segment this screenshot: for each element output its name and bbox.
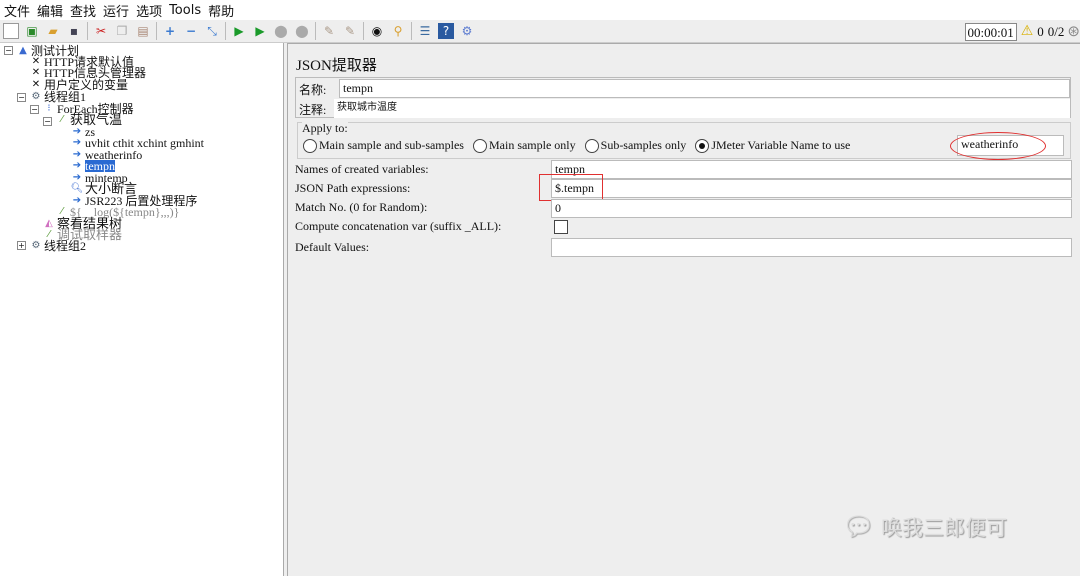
tree-node[interactable]: ⚙ 线程组2: [30, 240, 87, 252]
expand-toggle[interactable]: +: [17, 241, 26, 250]
watermark: 💬︎ 唤我三郎便可: [842, 512, 1008, 542]
name-comment-box: 名称: tempn 注释: 获取城市温度: [295, 77, 1071, 118]
menu-edit[interactable]: 编辑: [37, 1, 63, 20]
collapse-toggle[interactable]: −: [43, 117, 52, 126]
assertion-icon: 🔍︎: [70, 183, 84, 194]
menu-options[interactable]: 选项: [136, 1, 162, 20]
highlight-rect: [539, 174, 603, 201]
paste-icon[interactable]: ▤: [135, 23, 151, 39]
default-input[interactable]: [551, 238, 1072, 257]
templates-icon[interactable]: ▣: [24, 23, 40, 39]
clear-icon[interactable]: ✎: [321, 23, 337, 39]
toolbar: ▣ ▰ ▪ ✂ ❐ ▤ + − ⤡ ▶ ▶ ⬤ ⬤ ✎ ✎ ◉ ⚲ ☰ ? ⚙: [0, 20, 1080, 43]
collapse-toggle[interactable]: −: [30, 105, 39, 114]
test-plan-icon: ▲: [19, 45, 27, 56]
radio-main-only[interactable]: Main sample only: [472, 138, 576, 154]
status-area: 00:00:01 ⚠ 0 0/2 ⊛: [964, 22, 1080, 41]
json-path-label: JSON Path expressions:: [295, 181, 411, 195]
match-label: Match No. (0 for Random):: [295, 200, 428, 214]
wechat-icon: 💬︎: [842, 512, 876, 542]
collapse-icon[interactable]: −: [183, 23, 199, 39]
function-helper-icon[interactable]: ☰: [417, 23, 433, 39]
post-processor-icon: ➔: [72, 160, 82, 171]
search-binoculars-icon[interactable]: ◉: [369, 23, 385, 39]
apply-to-group: Apply to: Main sample and sub-samples Ma…: [297, 121, 1071, 160]
cut-icon[interactable]: ✂: [93, 23, 109, 39]
open-icon[interactable]: ▰: [45, 23, 61, 39]
controller-icon: ⁝: [47, 103, 51, 114]
names-label: Names of created variables:: [295, 162, 429, 176]
name-label: 名称:: [299, 83, 327, 97]
thread-count: 0/2: [1047, 23, 1065, 39]
copy-icon[interactable]: ❐: [114, 23, 130, 39]
clear-all-icon[interactable]: ✎: [342, 23, 358, 39]
panel-title: JSON提取器: [296, 58, 377, 74]
warning-count: 0: [1037, 23, 1044, 39]
test-plan-tree: − − − − + ▲ 测试计划 ✕ HTTP请求默认值 ✕ HTTP信息头管理器 ✕…: [0, 43, 284, 576]
names-input[interactable]: tempn: [551, 160, 1072, 179]
thread-group-icon: ⚙: [31, 240, 41, 251]
sampler-icon: ⁄: [61, 114, 63, 125]
name-input[interactable]: tempn: [339, 79, 1070, 98]
match-input[interactable]: 0: [551, 199, 1072, 218]
highlight-ellipse: [950, 132, 1046, 160]
concat-label: Compute concatenation var (suffix _ALL):: [295, 219, 502, 233]
comment-label: 注释:: [299, 103, 327, 117]
menu-file[interactable]: 文件: [4, 1, 30, 20]
expand-icon[interactable]: +: [162, 23, 178, 39]
collapse-toggle[interactable]: −: [4, 46, 13, 55]
radio-jmeter-variable[interactable]: JMeter Variable Name to use: [695, 138, 850, 154]
elapsed-timer: 00:00:01: [964, 22, 1017, 41]
menu-run[interactable]: 运行: [103, 1, 129, 20]
config-icon: ✕: [31, 67, 41, 78]
menu-tools[interactable]: Tools: [169, 3, 201, 18]
start-no-pause-icon[interactable]: ▶: [252, 23, 268, 39]
start-icon[interactable]: ▶: [231, 23, 247, 39]
log-icon[interactable]: ⊛: [1067, 22, 1080, 41]
comment-input[interactable]: 获取城市温度: [334, 99, 1070, 118]
shutdown-icon[interactable]: ⬤: [294, 23, 310, 39]
radio-circle: [472, 139, 487, 154]
concat-checkbox[interactable]: [554, 220, 568, 234]
post-processor-icon: ➔: [72, 137, 82, 148]
warning-icon[interactable]: ⚠: [1021, 23, 1034, 40]
menu-bar: 文件 编辑 查找 运行 选项 Tools 帮助: [0, 0, 1080, 20]
help-icon[interactable]: ?: [438, 23, 454, 39]
radio-circle: [584, 139, 599, 154]
radio-main-and-sub[interactable]: Main sample and sub-samples: [303, 138, 464, 154]
thread-group-icon: ⚙: [31, 91, 41, 102]
toggle-icon[interactable]: ⤡: [204, 23, 220, 39]
radio-circle: [303, 139, 317, 154]
stop-icon[interactable]: ⬤: [273, 23, 289, 39]
radio-circle: [695, 139, 710, 154]
collapse-toggle[interactable]: −: [17, 93, 26, 102]
remote-icon[interactable]: ⚙: [459, 23, 475, 39]
apply-to-label: Apply to:: [302, 121, 348, 136]
json-extractor-panel: JSON提取器 名称: tempn 注释: 获取城市温度 Apply to: M…: [287, 43, 1080, 576]
radio-sub-only[interactable]: Sub-samples only: [584, 138, 686, 154]
config-icon: ✕: [31, 79, 41, 90]
default-label: Default Values:: [295, 240, 370, 254]
json-path-input[interactable]: $.tempn: [551, 179, 1072, 198]
menu-search[interactable]: 查找: [70, 1, 96, 20]
reset-search-broom-icon[interactable]: ⚲: [390, 23, 406, 39]
save-icon[interactable]: ▪: [66, 23, 82, 39]
new-icon[interactable]: [3, 23, 19, 39]
menu-help[interactable]: 帮助: [208, 1, 234, 20]
